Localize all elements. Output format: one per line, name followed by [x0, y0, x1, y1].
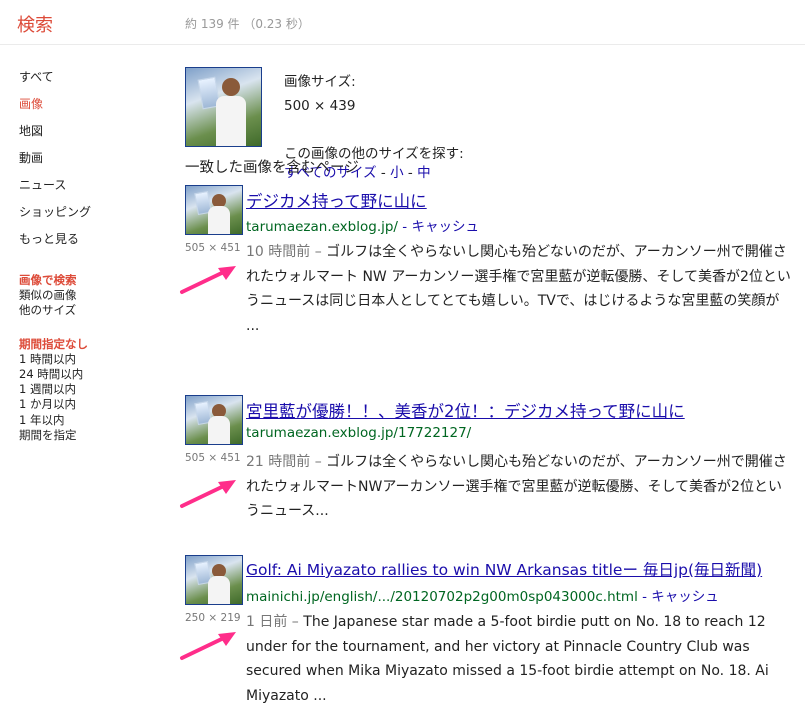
- cache-link[interactable]: - キャッシュ: [398, 219, 479, 235]
- person-body-shape: [208, 416, 230, 444]
- image-info: 画像サイズ: 500 × 439 この画像の他のサイズを探す:: [284, 70, 464, 166]
- result-title-link[interactable]: Golf: Ai Miyazato rallies to win NW Arka…: [246, 558, 762, 580]
- time-filter-hour[interactable]: 1 時間以内: [19, 352, 169, 367]
- result-thumbnail[interactable]: [185, 185, 243, 235]
- sidebar-item-videos[interactable]: 動画: [19, 151, 169, 178]
- result-stats: 約 139 件 （0.23 秒）: [185, 17, 310, 31]
- image-search-group: 画像で検索 類似の画像 他のサイズ: [19, 273, 169, 319]
- result-thumbnail[interactable]: [185, 395, 243, 445]
- top-bar: 検索 約 139 件 （0.23 秒）: [0, 0, 805, 45]
- result-url: mainichi.jp/english/.../20120702p2g00m0s…: [246, 589, 638, 605]
- image-size-label: 画像サイズ:: [284, 74, 356, 90]
- time-filter-day[interactable]: 24 時間以内: [19, 367, 169, 382]
- size-link-small[interactable]: 小: [390, 165, 404, 181]
- result-thumbnail[interactable]: [185, 555, 243, 605]
- result-title-link[interactable]: 宮里藍が優勝！！、美香が2位！：デジカメ持って野に山に: [246, 398, 685, 422]
- result-dimensions: 505 × 451: [185, 242, 241, 254]
- person-body-shape: [216, 96, 246, 146]
- other-sizes-link[interactable]: 他のサイズ: [19, 303, 169, 318]
- time-filter-month[interactable]: 1 か月以内: [19, 397, 169, 412]
- result-snippet: 1 日前 – The Japanese star made a 5-foot b…: [246, 610, 791, 708]
- annotation-arrow-icon: [180, 266, 236, 294]
- sidebar-item-shopping[interactable]: ショッピング: [19, 205, 169, 232]
- size-sep-2: -: [403, 165, 418, 181]
- person-body-shape: [208, 576, 230, 604]
- result-snippet: 10 時間前 – ゴルフは全くやらないし関心も殆どないのだが、アーカンソー州で開…: [246, 240, 791, 338]
- result-dimensions: 505 × 451: [185, 452, 241, 464]
- result-url-line: tarumaezan.exblog.jp/ - キャッシュ: [246, 215, 479, 235]
- result-title-link[interactable]: デジカメ持って野に山に: [246, 188, 427, 212]
- result-date: 10 時間前 –: [246, 244, 327, 260]
- annotation-arrow-icon: [180, 632, 236, 660]
- time-filter-custom[interactable]: 期間を指定: [19, 428, 169, 443]
- sidebar: すべて 画像 地図 動画 ニュース ショッピング もっと見る 画像で検索 類似の…: [19, 70, 169, 443]
- annotation-arrow-icon: [180, 480, 236, 508]
- similar-images-link[interactable]: 類似の画像: [19, 288, 169, 303]
- result-dimensions: 250 × 219: [185, 612, 241, 624]
- time-filter-week[interactable]: 1 週間以内: [19, 382, 169, 397]
- size-link-medium[interactable]: 中: [417, 165, 431, 181]
- result-url: tarumaezan.exblog.jp/17722127/: [246, 425, 472, 441]
- search-logo[interactable]: 検索: [17, 11, 53, 37]
- info-gap: [284, 118, 464, 142]
- size-sep-1: -: [376, 165, 391, 181]
- sidebar-item-maps[interactable]: 地図: [19, 124, 169, 151]
- image-search-heading: 画像で検索: [19, 273, 77, 287]
- result-url-line: mainichi.jp/english/.../20120702p2g00m0s…: [246, 585, 719, 605]
- section-heading: 一致した画像を含むページ: [185, 160, 359, 176]
- sidebar-item-news[interactable]: ニュース: [19, 178, 169, 205]
- result-date: 1 日前 –: [246, 614, 304, 630]
- sidebar-item-more[interactable]: もっと見る: [19, 232, 169, 259]
- result-snippet: 21 時間前 – ゴルフは全くやらないし関心も殆どないのだが、アーカンソー州で開…: [246, 450, 791, 524]
- snippet-text: ゴルフは全くやらないし関心も殆どないのだが、アーカンソー州で開催されたウォルマー…: [246, 454, 787, 519]
- time-filter-group: 期間指定なし 1 時間以内 24 時間以内 1 週間以内 1 か月以内 1 年以…: [19, 337, 169, 443]
- query-image-thumbnail[interactable]: [185, 67, 262, 147]
- image-size-value: 500 × 439: [284, 98, 356, 114]
- result-date: 21 時間前 –: [246, 454, 327, 470]
- time-filter-any[interactable]: 期間指定なし: [19, 337, 169, 352]
- time-filter-year[interactable]: 1 年以内: [19, 413, 169, 428]
- result-url-line: tarumaezan.exblog.jp/17722127/: [246, 425, 471, 441]
- result-url: tarumaezan.exblog.jp/: [246, 219, 398, 235]
- person-head-shape: [222, 78, 240, 96]
- snippet-text: ゴルフは全くやらないし関心も殆どないのだが、アーカンソー州で開催されたウォルマー…: [246, 244, 791, 334]
- sidebar-item-images[interactable]: 画像: [19, 97, 169, 124]
- sidebar-item-all[interactable]: すべて: [19, 70, 169, 97]
- snippet-text: The Japanese star made a 5-foot birdie p…: [246, 614, 769, 704]
- cache-link[interactable]: - キャッシュ: [638, 589, 719, 605]
- person-body-shape: [208, 206, 230, 234]
